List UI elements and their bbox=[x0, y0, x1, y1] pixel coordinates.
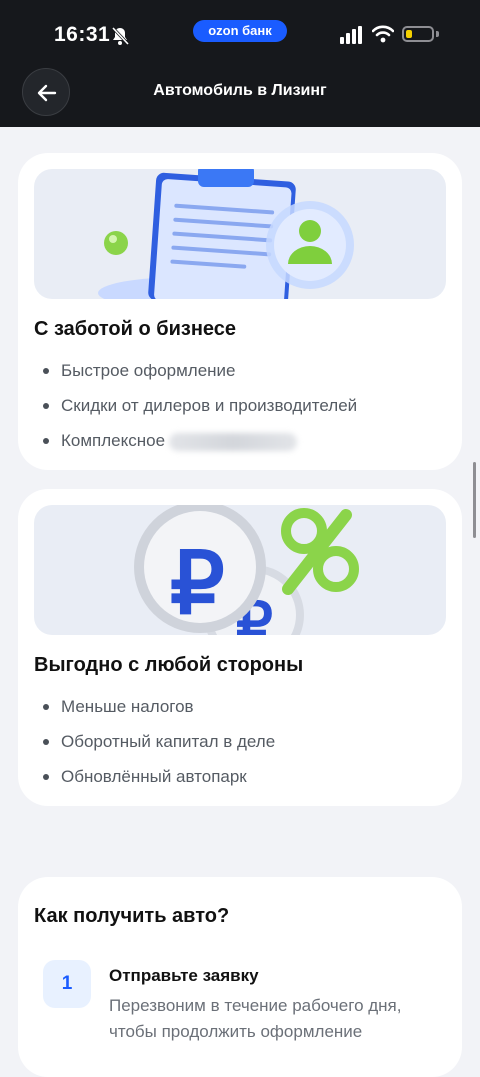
top-bar: 16:31 ozon банк Автомобиль в Лизинг bbox=[0, 0, 480, 127]
list-item: Меньше налогов bbox=[34, 689, 275, 724]
list-item: Быстрое оформление bbox=[34, 353, 357, 388]
bank-badge: ozon банк bbox=[193, 20, 287, 42]
bell-muted-icon bbox=[111, 26, 130, 46]
battery-icon bbox=[402, 26, 434, 42]
step-description: Перезвоним в течение рабочего дня, чтобы… bbox=[109, 996, 402, 1041]
feature-list: Быстрое оформление Скидки от дилеров и п… bbox=[34, 353, 357, 458]
card-business-care: С заботой о бизнесе Быстрое оформление С… bbox=[18, 153, 462, 470]
list-item: Оборотный капитал в деле bbox=[34, 724, 275, 759]
status-time: 16:31 bbox=[54, 23, 111, 46]
blurred-text bbox=[169, 432, 298, 451]
steps-card: Как получить авто? 1 Отправьте заявку Пе… bbox=[18, 877, 462, 1077]
card-benefits: ₽ ₽ Выгодно с любой стороны Меньше налог… bbox=[18, 489, 462, 806]
step-title: Отправьте заявку bbox=[109, 966, 259, 985]
status-bar: 16:31 ozon банк bbox=[0, 18, 480, 54]
signal-icon bbox=[340, 26, 362, 44]
clipboard-illustration bbox=[34, 169, 446, 299]
page-title: Автомобиль в Лизинг bbox=[153, 82, 327, 99]
scrollbar[interactable] bbox=[473, 462, 476, 538]
list-item: Скидки от дилеров и производителей bbox=[34, 388, 357, 423]
list-item: Комплексное bbox=[34, 423, 357, 458]
svg-text:₽: ₽ bbox=[170, 536, 225, 632]
step-number: 1 bbox=[43, 960, 91, 1008]
steps-title: Как получить авто? bbox=[34, 905, 230, 927]
card-title: Выгодно с любой стороны bbox=[34, 654, 304, 676]
list-item: Обновлённый автопарк bbox=[34, 759, 275, 794]
ruble-coins-percent-illustration: ₽ ₽ bbox=[34, 505, 446, 635]
feature-list: Меньше налогов Оборотный капитал в деле … bbox=[34, 689, 275, 794]
wifi-icon bbox=[372, 25, 394, 43]
card-title: С заботой о бизнесе bbox=[34, 318, 237, 340]
